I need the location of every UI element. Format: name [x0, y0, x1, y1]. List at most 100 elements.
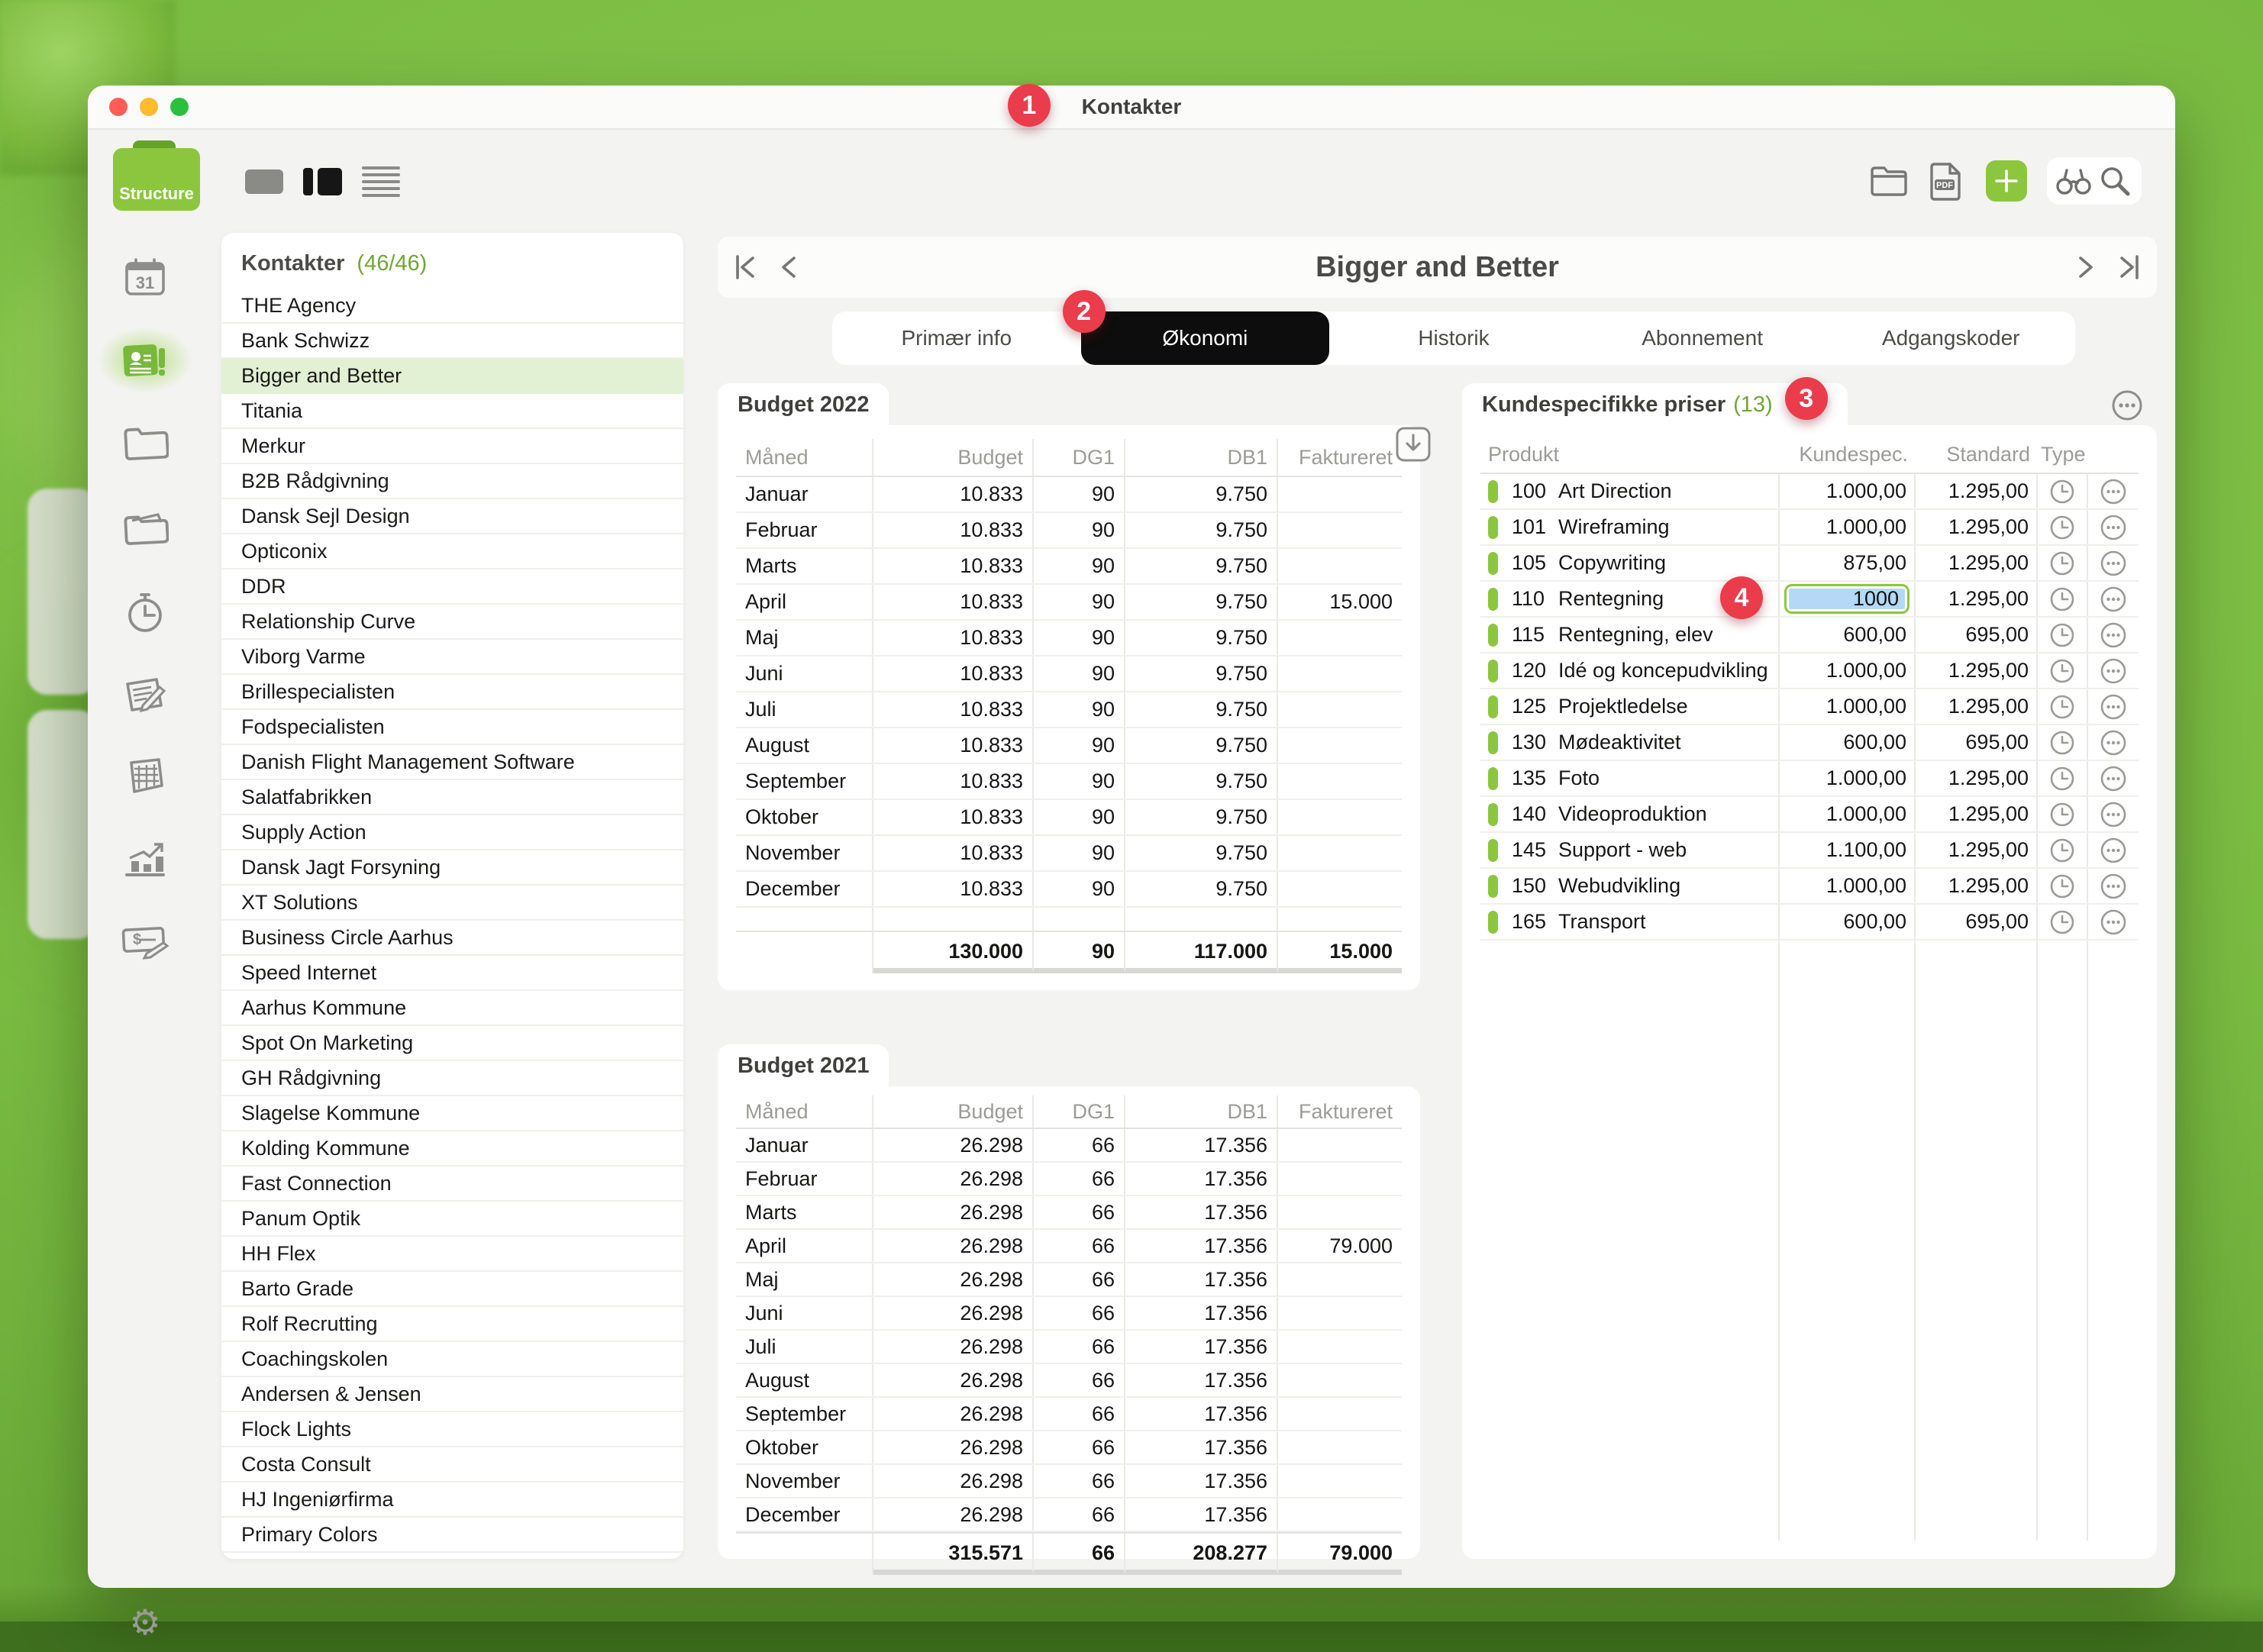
type-cell[interactable] [2038, 474, 2088, 508]
type-cell[interactable] [2038, 653, 2088, 688]
budget-row[interactable]: April 26.298 66 17.356 79.000 [736, 1230, 1402, 1263]
kundespec-cell[interactable]: 1.000,00 1.000,00 [1780, 797, 1916, 831]
contact-list-item[interactable]: HH Flex [221, 1237, 683, 1272]
kundespec-cell[interactable]: 600,00 600,00 [1780, 618, 1916, 652]
price-row[interactable]: 110 Rentegning 4 1000 1000 1.295,00 [1480, 582, 2139, 618]
kundespec-cell[interactable]: 4 1000 1000 [1780, 582, 1916, 616]
contact-list-item[interactable]: Spot On Marketing [221, 1026, 683, 1061]
record-tab[interactable]: Økonomi 2 [1081, 311, 1330, 365]
contact-list-item[interactable]: Supply Action [221, 815, 683, 850]
contact-list-item[interactable]: Fast Connection [221, 1166, 683, 1202]
budget-row[interactable]: Oktober 10.833 90 9.750 [736, 800, 1402, 836]
budget-row[interactable]: December 10.833 90 9.750 [736, 872, 1402, 908]
row-actions-cell[interactable] [2088, 582, 2139, 616]
contact-list-item[interactable]: Coachingskolen [221, 1342, 683, 1377]
kundespec-cell[interactable]: 1.000,00 1.000,00 [1780, 510, 1916, 544]
row-actions-cell[interactable] [2088, 833, 2139, 867]
search-icon[interactable] [2096, 162, 2134, 200]
budget-row[interactable]: Juni 10.833 90 9.750 [736, 657, 1402, 692]
record-tab[interactable]: Adgangskoder [1826, 311, 2075, 365]
budget-row[interactable]: Februar 10.833 90 9.750 [736, 513, 1402, 549]
type-cell[interactable] [2038, 689, 2088, 724]
budget-row[interactable]: Maj 10.833 90 9.750 [736, 621, 1402, 657]
card-view-icon[interactable] [245, 169, 283, 194]
settings-gear-icon[interactable]: ⚙ [129, 1602, 160, 1643]
budget-row[interactable]: Juli 10.833 90 9.750 [736, 692, 1402, 728]
contact-list-item[interactable]: GH Rådgivning [221, 1061, 683, 1096]
type-cell[interactable] [2038, 797, 2088, 831]
contact-list-item[interactable]: Viborg Varme [221, 640, 683, 675]
row-actions-cell[interactable] [2088, 510, 2139, 544]
contact-list-item[interactable]: Kolding Kommune [221, 1131, 683, 1166]
kundespec-cell[interactable]: 875,00 875,00 [1780, 546, 1916, 580]
prices-more-icon[interactable] [2110, 388, 2145, 423]
budget-row[interactable]: Marts 10.833 90 9.750 [736, 549, 1402, 585]
price-row[interactable]: 130 Mødeaktivitet 600,00 600,00 695,00 [1480, 725, 2139, 761]
last-record-icon[interactable] [2116, 252, 2143, 282]
row-actions-cell[interactable] [2088, 797, 2139, 831]
contact-list-item[interactable]: Danish Flight Management Software [221, 745, 683, 780]
contact-list-item[interactable]: Costa Consult [221, 1447, 683, 1483]
price-row[interactable]: 145 Support - web 1.100,00 1.100,00 1.29… [1480, 833, 2139, 869]
price-row[interactable]: 105 Copywriting 875,00 875,00 1.295,00 [1480, 546, 2139, 582]
record-tab[interactable]: Historik [1329, 311, 1578, 365]
row-actions-cell[interactable] [2088, 689, 2139, 724]
type-cell[interactable] [2038, 510, 2088, 544]
contact-list-item[interactable]: Barto Grade [221, 1272, 683, 1307]
contact-list-item[interactable]: Dansk Sejl Design [221, 499, 683, 534]
contact-list-item[interactable]: Opticonix [221, 534, 683, 569]
budget-row[interactable]: Maj 26.298 66 17.356 [736, 1263, 1402, 1297]
row-actions-cell[interactable] [2088, 905, 2139, 939]
budget-row[interactable]: Marts 26.298 66 17.356 [736, 1196, 1402, 1230]
type-cell[interactable] [2038, 905, 2088, 939]
sidebar-item-reports[interactable] [122, 840, 168, 879]
contact-list-item[interactable]: Primary Colors [221, 1518, 683, 1553]
budget-row[interactable]: August 26.298 66 17.356 [736, 1364, 1402, 1398]
row-actions-cell[interactable] [2088, 653, 2139, 688]
contact-list-item[interactable]: Speed Internet [221, 956, 683, 991]
contact-list-item[interactable]: Brillespecialisten [221, 675, 683, 710]
budget-row[interactable]: Juli 26.298 66 17.356 [736, 1331, 1402, 1364]
budget-row[interactable]: August 10.833 90 9.750 [736, 728, 1402, 764]
budget-row[interactable]: Oktober 26.298 66 17.356 [736, 1431, 1402, 1465]
row-actions-cell[interactable] [2088, 546, 2139, 580]
sidebar-item-time-tracking[interactable] [123, 590, 167, 634]
budget-row[interactable]: Juni 26.298 66 17.356 [736, 1297, 1402, 1331]
budget-row[interactable]: December 26.298 66 17.356 [736, 1499, 1402, 1532]
add-record-button[interactable] [1986, 160, 2027, 202]
sidebar-item-notes[interactable] [121, 675, 169, 715]
contact-list-item[interactable]: Titania [221, 394, 683, 429]
contact-list-item[interactable]: Merkur [221, 429, 683, 464]
sidebar-item-contacts[interactable] [121, 339, 169, 382]
contact-list-item[interactable]: Slagelse Kommune [221, 1096, 683, 1131]
contact-list-item[interactable]: XT Solutions [221, 886, 683, 921]
type-cell[interactable] [2038, 869, 2088, 903]
kundespec-cell[interactable]: 1.000,00 1.000,00 [1780, 761, 1916, 795]
price-row[interactable]: 140 Videoproduktion 1.000,00 1.000,00 1.… [1480, 797, 2139, 833]
download-icon[interactable] [1395, 426, 1432, 463]
contact-list-item[interactable]: Dansk Jagt Forsyning [221, 850, 683, 886]
row-actions-cell[interactable] [2088, 618, 2139, 652]
type-cell[interactable] [2038, 618, 2088, 652]
pdf-export-icon[interactable]: PDF [1928, 162, 1966, 200]
contact-list-item[interactable]: Rolf Recrutting [221, 1307, 683, 1342]
contact-list-item[interactable]: Andersen & Jensen [221, 1377, 683, 1412]
price-row[interactable]: 165 Transport 600,00 600,00 695,00 [1480, 905, 2139, 941]
price-row[interactable]: 150 Webudvikling 1.000,00 1.000,00 1.295… [1480, 869, 2139, 905]
kundespec-cell[interactable]: 1.000,00 1.000,00 [1780, 689, 1916, 724]
sidebar-item-invoicing[interactable]: $ [121, 923, 169, 961]
sidebar-item-calendar[interactable]: 31 [123, 257, 167, 298]
row-actions-cell[interactable] [2088, 474, 2139, 508]
kundespec-cell[interactable]: 1.000,00 1.000,00 [1780, 869, 1916, 903]
price-row[interactable]: 100 Art Direction 1.000,00 1.000,00 1.29… [1480, 474, 2139, 510]
budget-row[interactable]: April 10.833 90 9.750 15.000 [736, 585, 1402, 621]
sidebar-item-cases[interactable] [121, 425, 169, 460]
contact-list-item[interactable]: Relationship Curve [221, 605, 683, 640]
contact-list-item[interactable]: Aarhus Kommune [221, 991, 683, 1026]
contact-list-item[interactable]: Business Circle Aarhus [221, 921, 683, 956]
price-row[interactable]: 101 Wireframing 1.000,00 1.000,00 1.295,… [1480, 510, 2139, 546]
split-view-icon[interactable] [303, 168, 342, 195]
contact-list-item[interactable]: DDR [221, 569, 683, 605]
budget-row[interactable]: November 26.298 66 17.356 [736, 1465, 1402, 1499]
budget-row[interactable]: Januar 26.298 66 17.356 [736, 1129, 1402, 1163]
